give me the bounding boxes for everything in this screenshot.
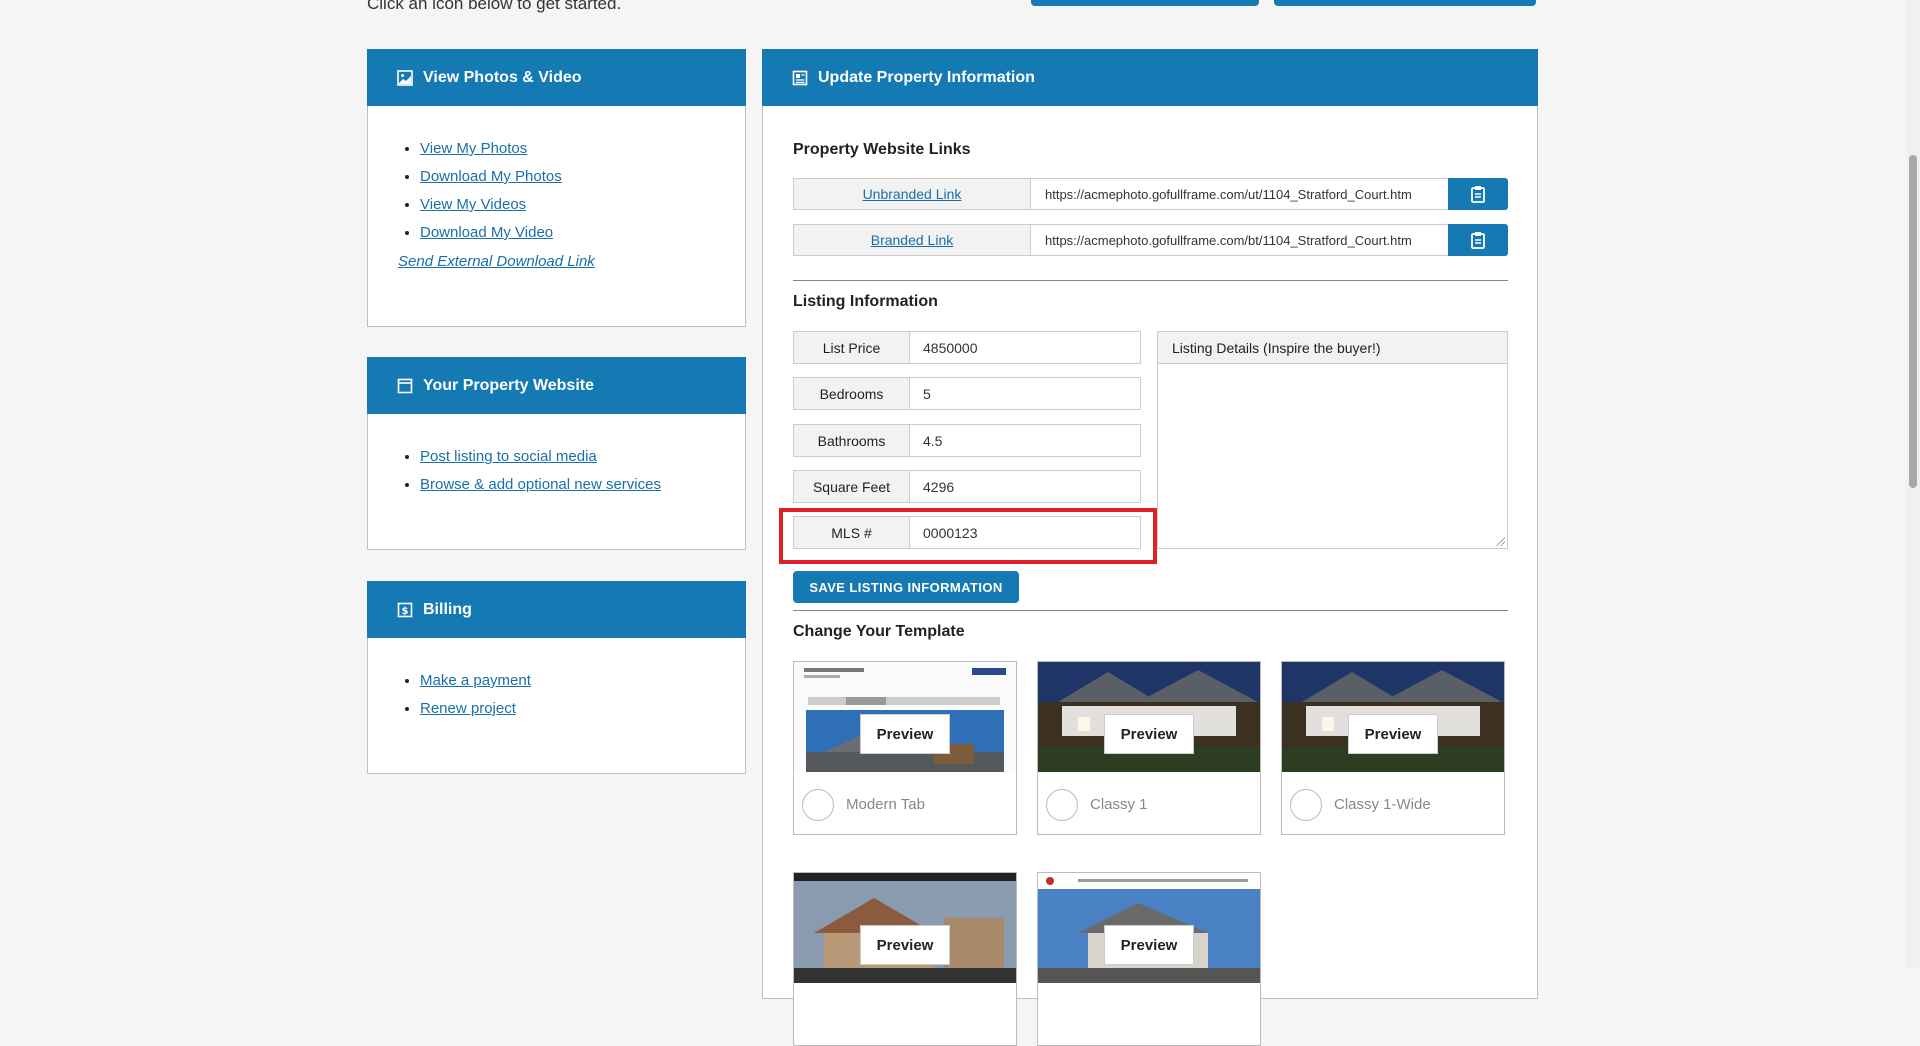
update-property-header: Update Property Information — [762, 49, 1538, 106]
change-template-title: Change Your Template — [793, 623, 965, 640]
square-feet-label: Square Feet — [793, 470, 910, 503]
branded-url-field[interactable]: https://acmephoto.gofullframe.com/bt/110… — [1031, 224, 1448, 256]
document-icon — [792, 70, 808, 86]
post-social-media-link[interactable]: Post listing to social media — [420, 448, 597, 465]
resize-handle-icon[interactable] — [1495, 536, 1505, 546]
list-item: Download My Photos — [420, 168, 745, 185]
list-item: View My Videos — [420, 196, 745, 213]
image-icon — [397, 69, 413, 86]
send-external-download-link[interactable]: Send External Download Link — [398, 253, 745, 270]
list-item: Post listing to social media — [420, 448, 745, 465]
bedrooms-label: Bedrooms — [793, 377, 910, 410]
photos-video-links: View My Photos Download My Photos View M… — [368, 140, 745, 241]
list-price-row: List Price 4850000 — [793, 331, 1141, 364]
update-property-title: Update Property Information — [818, 68, 1035, 86]
list-price-input[interactable]: 4850000 — [910, 331, 1141, 364]
clipboard-icon — [1471, 232, 1485, 249]
browse-services-link[interactable]: Browse & add optional new services — [420, 476, 661, 493]
list-item: Renew project — [420, 700, 745, 717]
square-feet-row: Square Feet 4296 — [793, 470, 1141, 503]
intro-text: Click an icon below to get started. — [367, 0, 622, 13]
template-radio[interactable] — [1046, 789, 1078, 821]
renew-project-link[interactable]: Renew project — [420, 700, 516, 717]
template-card-classy-1[interactable]: Preview Classy 1 — [1037, 661, 1261, 835]
bathrooms-row: Bathrooms 4.5 — [793, 424, 1141, 457]
save-listing-button[interactable]: SAVE LISTING INFORMATION — [793, 571, 1019, 603]
listing-details-field[interactable]: Listing Details (Inspire the buyer!) — [1157, 331, 1508, 549]
bedrooms-row: Bedrooms 5 — [793, 377, 1141, 410]
square-feet-input[interactable]: 4296 — [910, 470, 1141, 503]
list-item: Download My Video — [420, 224, 745, 241]
template-name: Classy 1 — [1090, 796, 1148, 813]
page-scrollbar[interactable] — [1906, 0, 1920, 969]
template-name: Modern Tab — [846, 796, 925, 813]
scrollbar-thumb[interactable] — [1909, 155, 1917, 488]
top-button-2[interactable] — [1274, 0, 1536, 6]
template-card-modern-tab[interactable]: Preview Modern Tab — [793, 661, 1017, 835]
bedrooms-input[interactable]: 5 — [910, 377, 1141, 410]
unbranded-link-row: Unbranded Link https://acmephoto.gofullf… — [793, 178, 1508, 210]
dollar-icon: $ — [397, 602, 413, 618]
list-price-label: List Price — [793, 331, 910, 364]
preview-button[interactable]: Preview — [860, 925, 950, 965]
view-photos-link[interactable]: View My Photos — [420, 140, 527, 157]
property-website-links: Post listing to social media Browse & ad… — [368, 448, 745, 493]
listing-information-title: Listing Information — [793, 293, 938, 310]
property-website-title: Your Property Website — [423, 376, 594, 394]
property-website-header: Your Property Website — [367, 357, 746, 414]
copy-unbranded-button[interactable] — [1448, 178, 1508, 210]
divider — [793, 280, 1508, 281]
svg-text:$: $ — [402, 606, 409, 617]
bathrooms-input[interactable]: 4.5 — [910, 424, 1141, 457]
template-card-4[interactable]: Preview — [793, 872, 1017, 1046]
top-button-1[interactable] — [1031, 0, 1259, 6]
copy-branded-button[interactable] — [1448, 224, 1508, 256]
list-item: Make a payment — [420, 672, 745, 689]
preview-button[interactable]: Preview — [1348, 714, 1438, 754]
property-website-links-title: Property Website Links — [793, 141, 971, 158]
template-card-classy-1-wide[interactable]: Preview Classy 1-Wide — [1281, 661, 1505, 835]
branded-link-label: Branded Link — [793, 224, 1031, 256]
download-photos-link[interactable]: Download My Photos — [420, 168, 562, 185]
listing-details-label: Listing Details (Inspire the buyer!) — [1158, 332, 1507, 364]
template-radio[interactable] — [1290, 789, 1322, 821]
photos-video-panel: View Photos & Video View My Photos Downl… — [367, 49, 746, 327]
clipboard-icon — [1471, 186, 1485, 203]
property-website-panel: Your Property Website Post listing to so… — [367, 357, 746, 550]
unbranded-url-field[interactable]: https://acmephoto.gofullframe.com/ut/110… — [1031, 178, 1448, 210]
billing-header: $ Billing — [367, 581, 746, 638]
billing-links: Make a payment Renew project — [368, 672, 745, 717]
preview-button[interactable]: Preview — [860, 714, 950, 754]
unbranded-link[interactable]: Unbranded Link — [863, 186, 962, 202]
template-card-5[interactable]: Preview — [1037, 872, 1261, 1046]
update-property-panel: Update Property Information Property Web… — [762, 49, 1538, 1046]
unbranded-link-label: Unbranded Link — [793, 178, 1031, 210]
browser-window-icon — [397, 378, 413, 394]
list-item: Browse & add optional new services — [420, 476, 745, 493]
make-payment-link[interactable]: Make a payment — [420, 672, 531, 689]
preview-button[interactable]: Preview — [1104, 714, 1194, 754]
list-item: View My Photos — [420, 140, 745, 157]
branded-link-row: Branded Link https://acmephoto.gofullfra… — [793, 224, 1508, 256]
preview-button[interactable]: Preview — [1104, 925, 1194, 965]
billing-panel: $ Billing Make a payment Renew project — [367, 581, 746, 774]
view-videos-link[interactable]: View My Videos — [420, 196, 526, 213]
divider — [793, 610, 1508, 611]
photos-video-title: View Photos & Video — [423, 68, 582, 86]
billing-title: Billing — [423, 600, 472, 618]
photos-video-header: View Photos & Video — [367, 49, 746, 106]
template-radio[interactable] — [802, 789, 834, 821]
mls-highlight-box — [779, 508, 1157, 564]
bathrooms-label: Bathrooms — [793, 424, 910, 457]
branded-link[interactable]: Branded Link — [871, 232, 954, 248]
template-name: Classy 1-Wide — [1334, 796, 1431, 813]
download-video-link[interactable]: Download My Video — [420, 224, 553, 241]
